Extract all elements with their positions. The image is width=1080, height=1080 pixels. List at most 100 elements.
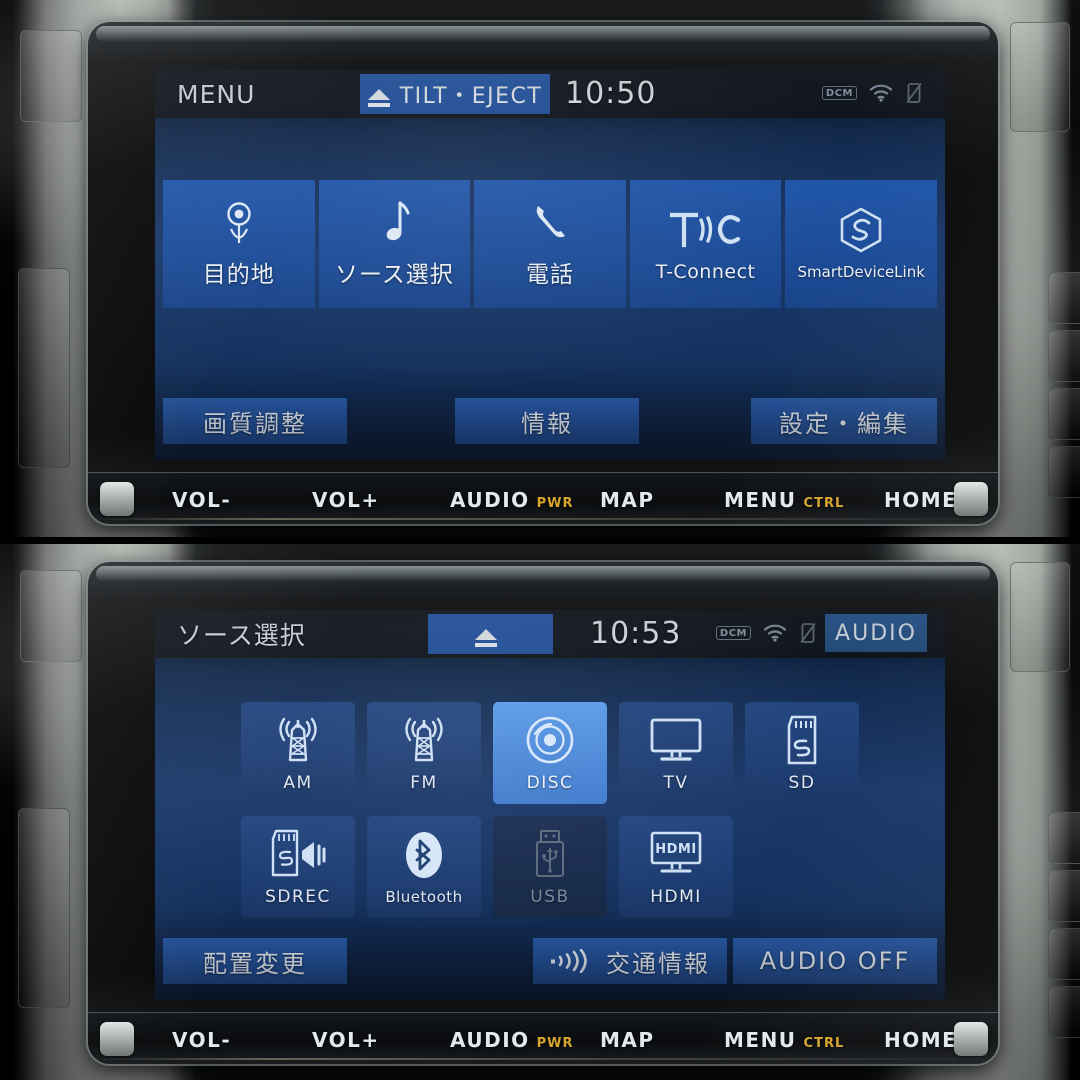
source-tile-label: FM: [410, 773, 438, 793]
bezel-highlight: [96, 26, 990, 42]
dash-trim-button-right-r4[interactable]: [1048, 446, 1080, 498]
menu-tile-t-connect[interactable]: T-Connect: [629, 180, 782, 308]
source-tile-am[interactable]: AM: [241, 702, 355, 804]
dcm-badge: DCM: [715, 626, 751, 640]
hw-key-vol-down-2[interactable]: VOL-: [172, 1028, 231, 1052]
eject-button[interactable]: [428, 614, 553, 654]
hw-key-home-2[interactable]: HOME: [884, 1028, 957, 1052]
menu-tile-phone[interactable]: 電話: [474, 180, 626, 308]
dash-trim-button-right-r3-2[interactable]: [1048, 928, 1080, 980]
source-tile-bluetooth[interactable]: Bluetooth: [367, 816, 481, 918]
dash-trim-button-left-upper[interactable]: [20, 30, 82, 122]
dash-trim-button-left-upper-2[interactable]: [20, 570, 82, 662]
eject-icon: [474, 628, 497, 647]
clock-top: 10:50: [565, 76, 657, 111]
hw-key-menu[interactable]: MENU CTRL: [724, 488, 844, 512]
t-connect-icon: [668, 205, 744, 251]
screen-title: MENU: [177, 79, 256, 109]
traffic-info-label: 交通情報: [606, 949, 710, 978]
traffic-info-button[interactable]: 交通情報: [533, 938, 727, 984]
audio-off-button[interactable]: AUDIO OFF: [733, 938, 937, 984]
menu-tile-source-select[interactable]: ソース選択: [318, 180, 471, 308]
settings-edit-button[interactable]: 設定・編集: [751, 398, 937, 444]
hw-key-vol-up-2[interactable]: VOL+: [312, 1028, 380, 1052]
source-tile-disc[interactable]: DISC: [493, 702, 607, 804]
head-unit-top: MENU TILT・EJECT 10:50 DCM 目的地 ソース選択 電話 T…: [88, 22, 998, 524]
dash-trim-button-right-r3[interactable]: [1048, 388, 1080, 440]
source-tile-usb[interactable]: USB: [493, 816, 607, 918]
tv-icon: [648, 713, 704, 767]
menu-tile-label: T-Connect: [655, 261, 756, 283]
hw-key-label: VOL+: [312, 1028, 380, 1052]
lcd-screen-menu: MENU TILT・EJECT 10:50 DCM 目的地 ソース選択 電話 T…: [155, 70, 945, 460]
menu-tile-destination[interactable]: 目的地: [163, 180, 315, 308]
hw-key-sublabel: PWR: [536, 1036, 574, 1051]
hw-key-label: MAP: [600, 1028, 655, 1052]
hw-key-sublabel: CTRL: [803, 1036, 845, 1051]
phone-handset-icon: [528, 199, 572, 245]
dcm-badge: DCM: [821, 86, 857, 100]
map-pin-icon: [222, 199, 256, 245]
volume-knob-left[interactable]: [100, 482, 134, 516]
phone-off-icon: [905, 82, 923, 104]
source-tile-label: HDMI: [650, 887, 702, 907]
dash-trim-button-right-upper[interactable]: [1010, 22, 1070, 132]
hw-key-audio-2[interactable]: AUDIO PWR: [450, 1028, 574, 1052]
source-tile-sd[interactable]: SD: [745, 702, 859, 804]
status-icon-group-top: DCM: [821, 82, 923, 104]
source-tile-label: SD: [788, 773, 816, 793]
dash-trim-button-right-r4-2[interactable]: [1048, 986, 1080, 1038]
tune-knob-right-2[interactable]: [954, 1022, 988, 1056]
dash-trim-button-right-r2[interactable]: [1048, 330, 1080, 382]
radio-tower-icon: [398, 713, 450, 767]
dash-trim-button-left-lower[interactable]: [18, 268, 70, 468]
eject-icon: [367, 88, 390, 107]
svg-text:HDMI: HDMI: [655, 842, 696, 857]
disc-icon: [524, 713, 576, 767]
audio-mode-label: AUDIO: [835, 620, 917, 646]
information-button[interactable]: 情報: [455, 398, 639, 444]
source-tile-fm[interactable]: FM: [367, 702, 481, 804]
dash-trim-button-right-r1[interactable]: [1048, 272, 1080, 324]
sd-record-icon: [266, 827, 330, 881]
tilt-eject-button[interactable]: TILT・EJECT: [360, 74, 550, 114]
dash-trim-button-right-r1-2[interactable]: [1048, 812, 1080, 864]
hw-key-vol-up[interactable]: VOL+: [312, 488, 380, 512]
audio-mode-button[interactable]: AUDIO: [825, 614, 927, 652]
source-tile-hdmi[interactable]: HDMI HDMI: [619, 816, 733, 918]
hw-key-map-2[interactable]: MAP: [600, 1028, 655, 1052]
hw-key-map[interactable]: MAP: [600, 488, 655, 512]
audio-off-label: AUDIO OFF: [759, 947, 911, 975]
dash-trim-button-right-r2-2[interactable]: [1048, 870, 1080, 922]
menu-tile-smartdevicelink[interactable]: SmartDeviceLink: [785, 180, 937, 308]
rearrange-layout-label: 配置変更: [203, 949, 307, 978]
hdmi-icon: HDMI: [648, 827, 704, 881]
menu-tile-grid: 目的地 ソース選択 電話 T-Connect SmartDeviceLink: [163, 180, 937, 308]
traffic-signal-icon: [550, 949, 594, 973]
source-tile-label: Bluetooth: [385, 888, 463, 906]
source-tile-label: AM: [283, 773, 313, 793]
volume-knob-left-2[interactable]: [100, 1022, 134, 1056]
hardware-key-strip-bottom: VOL- VOL+ AUDIO PWR MAP MENU CTRL HOME: [88, 1012, 998, 1064]
hw-key-home[interactable]: HOME: [884, 488, 957, 512]
statusbar-top: MENU TILT・EJECT 10:50 DCM: [155, 70, 945, 118]
phone-off-icon: [799, 622, 817, 644]
rearrange-layout-button[interactable]: 配置変更: [163, 938, 347, 984]
source-tile-tv[interactable]: TV: [619, 702, 733, 804]
source-tile-sdrec[interactable]: SDREC: [241, 816, 355, 918]
music-note-icon: [378, 199, 410, 245]
picture-quality-button[interactable]: 画質調整: [163, 398, 347, 444]
source-tile-grid: AM FM DISC TV SD SDREC Bluetooth USB HDM…: [241, 702, 861, 930]
photo-panel-top: MENU TILT・EJECT 10:50 DCM 目的地 ソース選択 電話 T…: [0, 0, 1080, 540]
hardware-key-strip-top: VOL- VOL+ AUDIO PWR MAP MENU CTRL HOME: [88, 472, 998, 524]
bottom-button-row-bottom: 配置変更 交通情報 AUDIO OFF: [155, 938, 945, 984]
hw-key-menu-2[interactable]: MENU CTRL: [724, 1028, 844, 1052]
dash-trim-button-left-lower-2[interactable]: [18, 808, 70, 1008]
hw-key-audio[interactable]: AUDIO PWR: [450, 488, 574, 512]
tune-knob-right[interactable]: [954, 482, 988, 516]
hw-key-vol-down[interactable]: VOL-: [172, 488, 231, 512]
dash-trim-button-right-upper-2[interactable]: [1010, 562, 1070, 672]
wifi-icon: [869, 84, 893, 102]
source-tile-row-2: SDREC Bluetooth USB HDMI HDMI: [241, 816, 861, 918]
tilt-eject-label: TILT・EJECT: [399, 84, 543, 109]
